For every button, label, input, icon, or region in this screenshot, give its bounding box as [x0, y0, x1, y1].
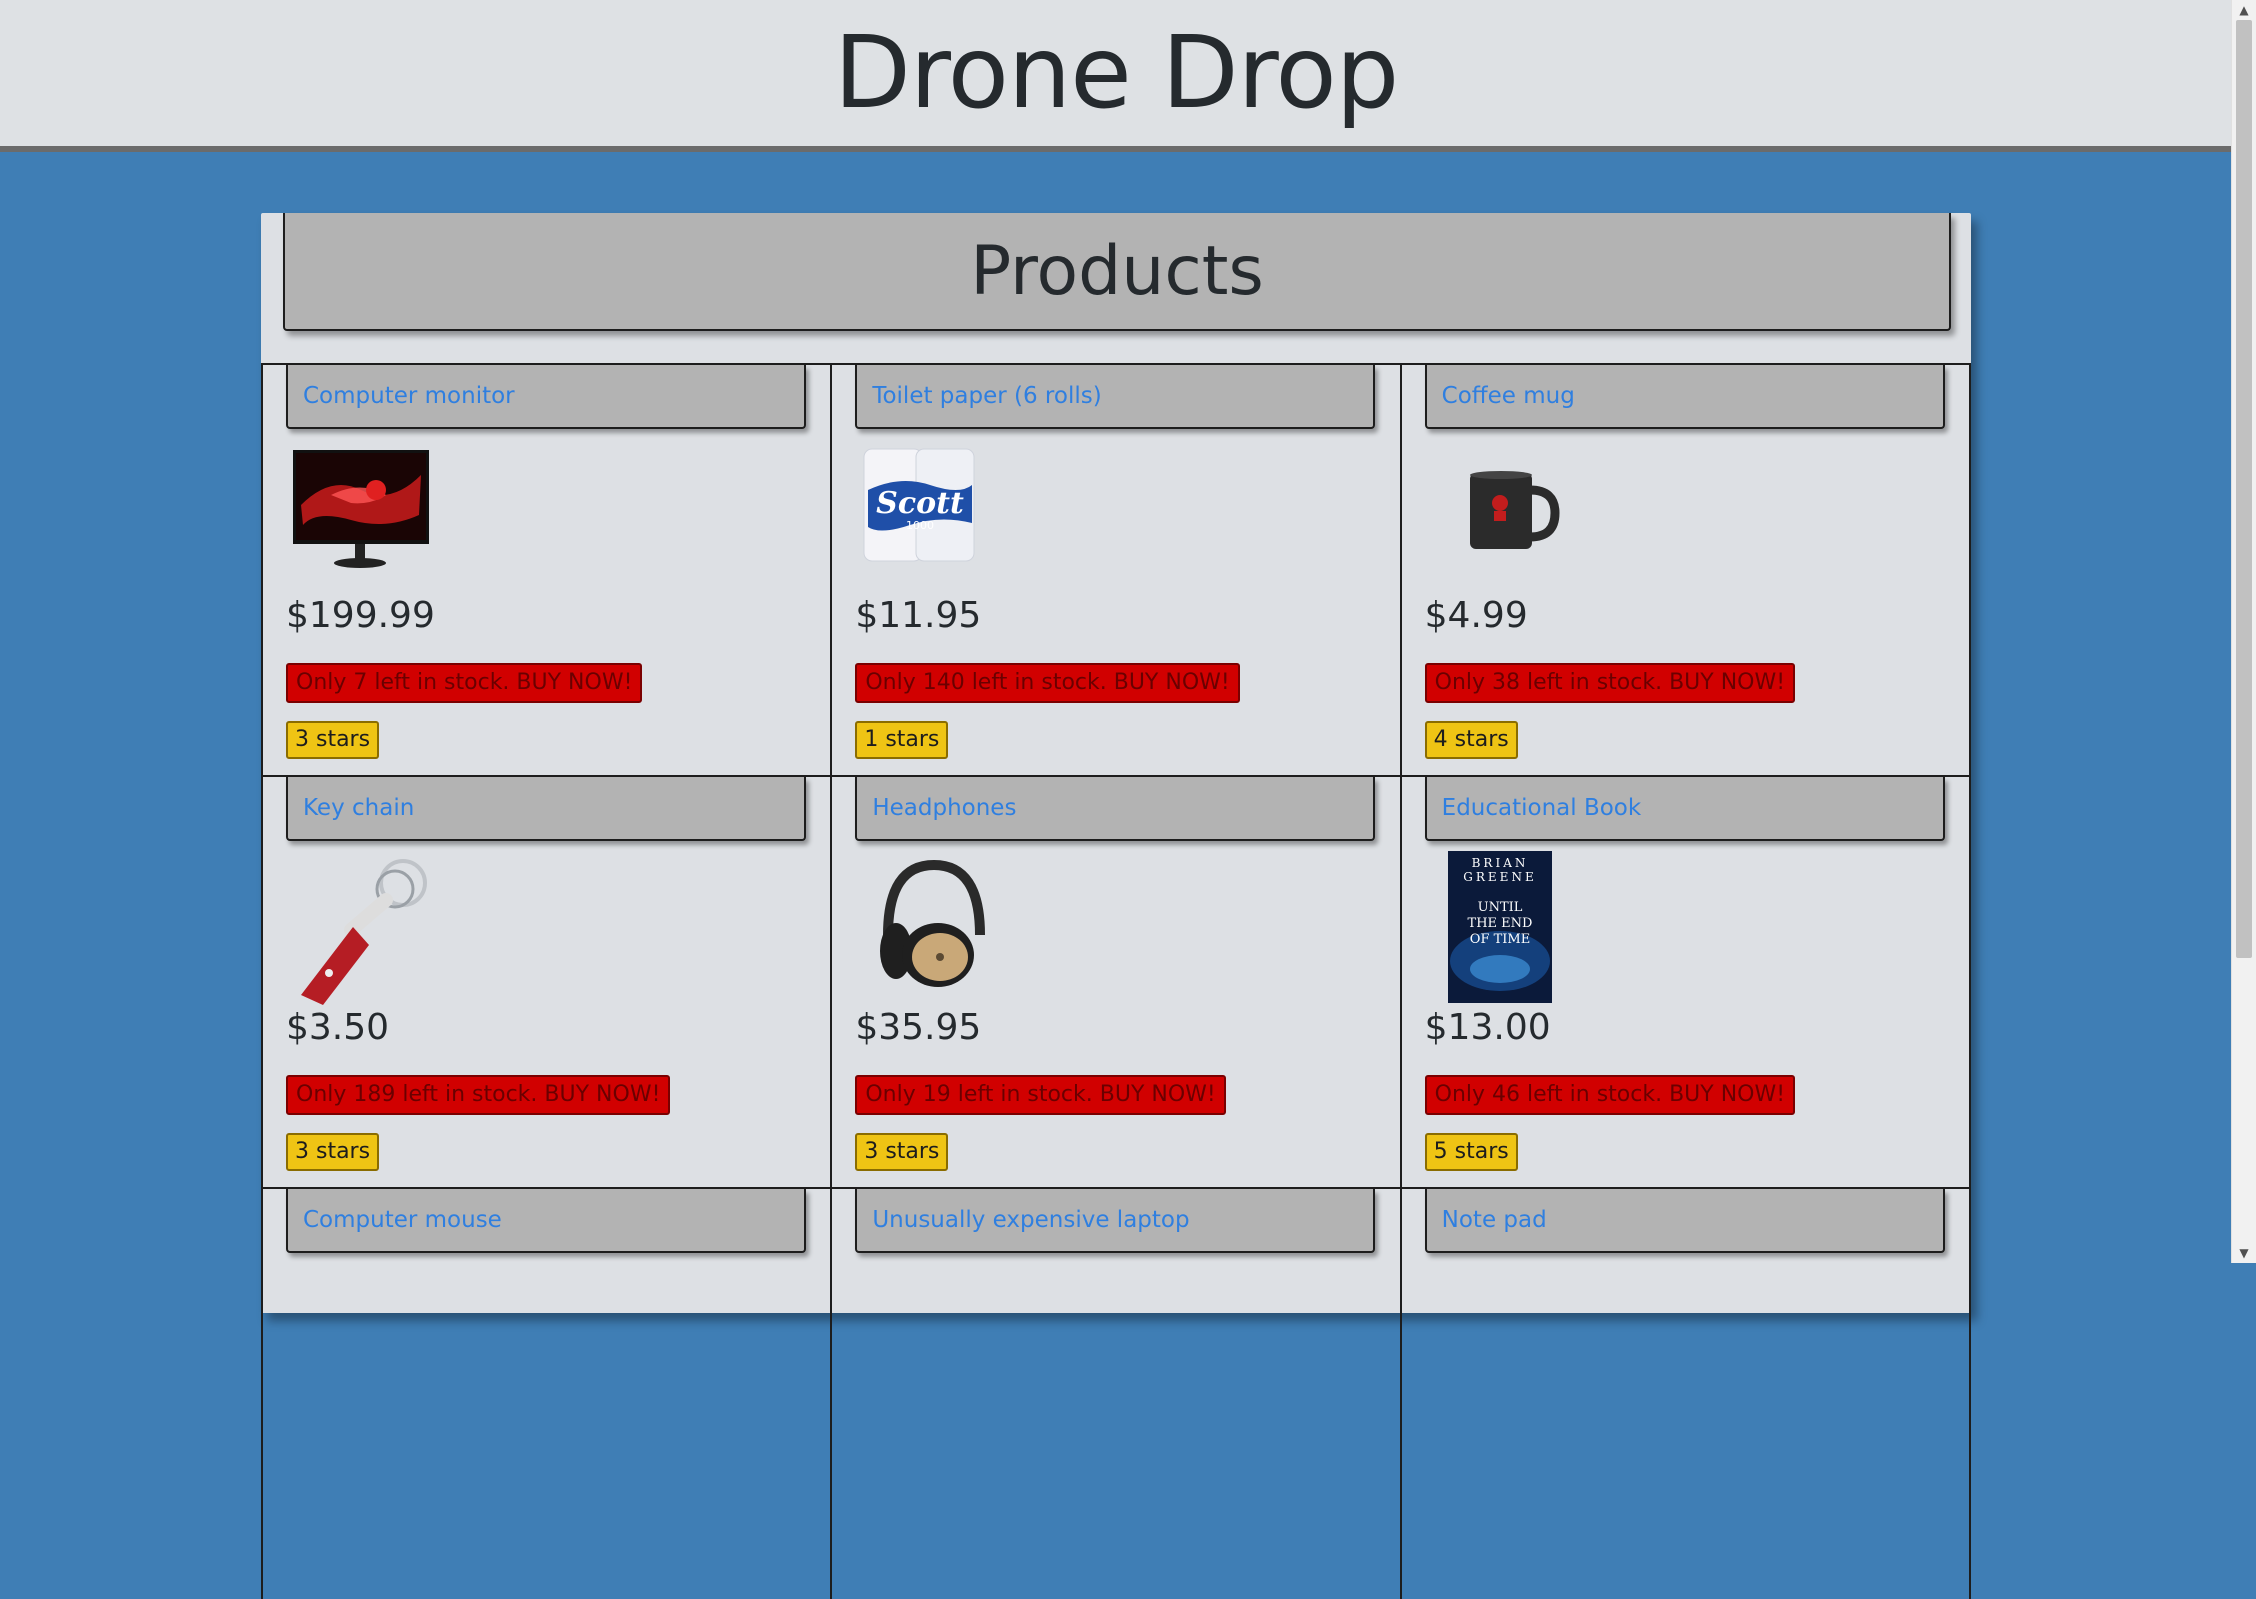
- book-title-line-2: THE END: [1467, 916, 1532, 931]
- scroll-up-arrow-icon[interactable]: ▲: [2232, 0, 2256, 20]
- product-name-box: Computer mouse: [286, 1189, 806, 1253]
- product-name-link[interactable]: Note pad: [1442, 1207, 1547, 1233]
- site-title: Drone Drop: [833, 14, 1399, 131]
- product-card: Coffee mug $4.99 Only 38 left in stock. …: [1401, 363, 1971, 775]
- products-heading: Products: [970, 232, 1264, 311]
- product-name-box: Headphones: [855, 777, 1376, 841]
- products-panel: Products Computer monitor $199.99 Only 7…: [261, 213, 1971, 1599]
- toilet-paper-icon[interactable]: Scott 1000: [860, 445, 1000, 575]
- rating-badge: 3 stars: [286, 721, 380, 759]
- product-name-box: Educational Book: [1424, 777, 1945, 841]
- product-price: $13.00: [1424, 1007, 1551, 1048]
- stock-badge: Only 38 left in stock. BUY NOW!: [1424, 663, 1796, 703]
- key-chain-icon[interactable]: [291, 855, 431, 1005]
- product-name-link[interactable]: Computer monitor: [303, 383, 515, 409]
- svg-text:1000: 1000: [906, 519, 934, 532]
- product-price: $3.50: [286, 1007, 390, 1048]
- book-title-line-1: UNTIL: [1477, 900, 1522, 915]
- product-name-link[interactable]: Key chain: [303, 795, 414, 821]
- stock-badge: Only 19 left in stock. BUY NOW!: [855, 1075, 1226, 1115]
- book-cover-icon[interactable]: BRIAN GREENE UNTIL THE END OF TIME: [1447, 851, 1552, 1003]
- product-card: Toilet paper (6 rolls) Scott 1000 $11.95…: [832, 363, 1402, 775]
- product-name-link[interactable]: Headphones: [872, 795, 1016, 821]
- book-author-line-2: GREENE: [1463, 870, 1536, 884]
- product-card: Key chain $3.50 Only 189 left in stock. …: [263, 775, 833, 1187]
- stock-badge: Only 7 left in stock. BUY NOW!: [286, 663, 643, 703]
- products-heading-box: Products: [283, 213, 1951, 331]
- rating-badge: 3 stars: [286, 1133, 380, 1171]
- product-name-box: Unusually expensive laptop: [855, 1189, 1376, 1253]
- svg-text:Scott: Scott: [877, 486, 965, 521]
- product-card: Note pad: [1401, 1187, 1971, 1599]
- product-name-box: Key chain: [286, 777, 806, 841]
- computer-monitor-icon[interactable]: [291, 445, 431, 575]
- book-title-line-3: OF TIME: [1469, 932, 1529, 947]
- scrollbar-thumb[interactable]: [2236, 20, 2252, 958]
- stock-badge: Only 189 left in stock. BUY NOW!: [286, 1075, 671, 1115]
- stock-badge: Only 46 left in stock. BUY NOW!: [1424, 1075, 1796, 1115]
- product-name-link[interactable]: Educational Book: [1442, 795, 1642, 821]
- rating-badge: 4 stars: [1424, 721, 1518, 759]
- product-name-link[interactable]: Computer mouse: [303, 1207, 502, 1233]
- product-card: Computer monitor $199.99 Only 7 left in …: [263, 363, 833, 775]
- product-name-box: Toilet paper (6 rolls): [855, 365, 1376, 429]
- product-card: Unusually expensive laptop: [832, 1187, 1402, 1599]
- product-price: $35.95: [855, 1007, 982, 1048]
- product-price: $199.99: [286, 595, 435, 636]
- product-name-box: Coffee mug: [1424, 365, 1945, 429]
- product-name-box: Note pad: [1424, 1189, 1945, 1253]
- product-card: Computer mouse: [263, 1187, 833, 1599]
- product-name-link[interactable]: Unusually expensive laptop: [872, 1207, 1189, 1233]
- product-name-link[interactable]: Toilet paper (6 rolls): [872, 383, 1101, 409]
- product-name-link[interactable]: Coffee mug: [1442, 383, 1575, 409]
- coffee-mug-icon[interactable]: [1430, 445, 1570, 575]
- rating-badge: 3 stars: [855, 1133, 949, 1171]
- rating-badge: 1 stars: [855, 721, 949, 759]
- headphones-icon[interactable]: [860, 855, 1000, 995]
- product-grid: Computer monitor $199.99 Only 7 left in …: [261, 363, 1971, 1599]
- page-scrollbar[interactable]: ▲ ▼: [2231, 0, 2256, 1263]
- product-name-box: Computer monitor: [286, 365, 806, 429]
- product-card: Headphones $35.95 Only 19 left in stock.…: [832, 775, 1402, 1187]
- product-card: Educational Book BRIAN GREENE UNTIL THE …: [1401, 775, 1971, 1187]
- site-header: Drone Drop: [0, 0, 2232, 152]
- product-price: $4.99: [1424, 595, 1528, 636]
- book-author-line-1: BRIAN: [1471, 856, 1528, 870]
- stock-badge: Only 140 left in stock. BUY NOW!: [855, 663, 1240, 703]
- product-price: $11.95: [855, 595, 982, 636]
- scroll-down-arrow-icon[interactable]: ▼: [2232, 1243, 2256, 1263]
- rating-badge: 5 stars: [1424, 1133, 1518, 1171]
